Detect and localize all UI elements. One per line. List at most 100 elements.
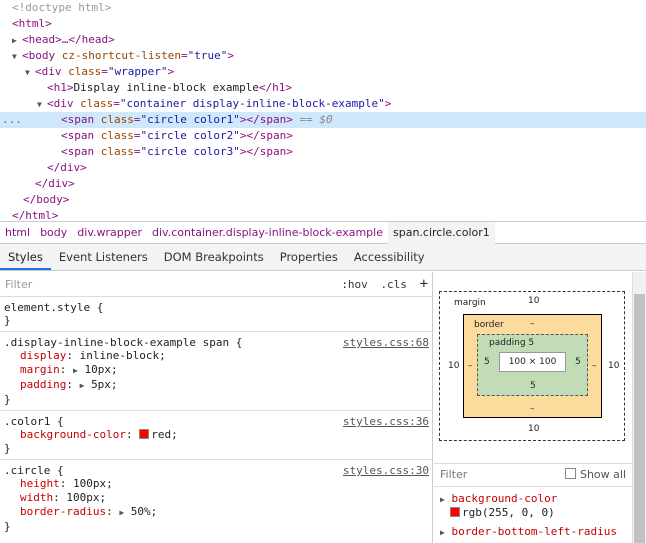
collapse-triangle-icon[interactable]: ▼ [37, 97, 47, 113]
add-rule-icon[interactable]: + [420, 276, 428, 292]
border-right-value[interactable]: – [592, 361, 597, 371]
tab-event-listeners[interactable]: Event Listeners [51, 244, 156, 270]
decl-name: display [20, 349, 67, 362]
dom-line-container[interactable]: ▼ <div class="container display-inline-bl… [0, 96, 646, 112]
breadcrumb-span-circle[interactable]: span.circle.color1 [387, 221, 495, 244]
expand-triangle-icon[interactable]: ▶ [12, 33, 22, 49]
scrollbar-thumb[interactable] [634, 294, 645, 543]
dom-line-body-close[interactable]: </body> [0, 192, 646, 208]
rule1-source-link[interactable]: styles.css:68 [343, 336, 429, 349]
collapse-triangle-icon[interactable]: ▼ [12, 49, 22, 65]
decl-name: border-radius [20, 505, 107, 518]
computed-pane: margin 10 10 10 10 border – – – – paddin… [434, 272, 632, 543]
tab-styles[interactable]: Styles [0, 244, 51, 270]
tab-accessibility[interactable]: Accessibility [346, 244, 433, 270]
scrollbar[interactable] [632, 272, 646, 543]
breadcrumb-div-wrapper[interactable]: div.wrapper [72, 222, 147, 244]
margin-top-value[interactable]: 10 [528, 296, 539, 306]
border-left-value[interactable]: – [468, 361, 473, 371]
margin-right-value[interactable]: 10 [608, 361, 619, 371]
dom-line-span3[interactable]: <span class="circle color3"></span> [0, 144, 646, 160]
selected-marker: == $0 [299, 113, 333, 126]
box-model-diagram: margin 10 10 10 10 border – – – – paddin… [439, 291, 625, 441]
decl-value: inline-block; [79, 349, 166, 362]
breadcrumb-div-container[interactable]: div.container.display-inline-block-examp… [147, 222, 388, 244]
breadcrumb-html[interactable]: html [0, 222, 35, 244]
computed-prop-name: background-color [451, 492, 558, 505]
dom-line-wrapper[interactable]: ▼ <div class="wrapper"> [0, 64, 646, 80]
dom-line-doctype[interactable]: <!doctype html> [0, 0, 646, 16]
dom-line-div-close-1[interactable]: </div> [0, 160, 646, 176]
expand-triangle-icon[interactable]: ▶ [440, 495, 445, 504]
rule1-decl-margin[interactable]: margin: ▶ 10px; [4, 363, 428, 378]
computed-prop-border-bottom-left-radius[interactable]: ▶ border-bottom-left-radius [434, 525, 632, 540]
padding-left-value[interactable]: 5 [484, 357, 490, 367]
rule2-close: } [4, 442, 11, 455]
expand-triangle-icon[interactable]: ▶ [80, 381, 85, 390]
dom-line-div-close-2[interactable]: </div> [0, 176, 646, 192]
rule3-decl-border-radius[interactable]: border-radius: ▶ 50%; [4, 505, 428, 520]
elements-dom-tree: <!doctype html> <html> ▶ <head>…</head> ▼… [0, 0, 646, 221]
rule3-decl-height[interactable]: height: 100px; [4, 477, 428, 491]
color-swatch-icon[interactable] [450, 507, 460, 517]
border-label: border [474, 320, 504, 330]
dom-line-span1-selected[interactable]: ... <span class="circle color1"></span> =… [0, 112, 646, 128]
computed-filter-input[interactable]: Filter [440, 468, 467, 481]
rule-color1: .color1 { styles.css:36 background-color… [0, 411, 432, 460]
computed-prop-background-color[interactable]: ▶ background-color [434, 492, 632, 507]
more-dots-icon[interactable]: ... [2, 112, 22, 128]
cls-toggle[interactable]: .cls [380, 278, 407, 291]
rule3-source-link[interactable]: styles.css:30 [343, 464, 429, 477]
rule2-decl-background-color[interactable]: background-color: red; [4, 428, 428, 442]
border-bottom-value[interactable]: – [530, 404, 535, 414]
dom-line-head[interactable]: ▶ <head>…</head> [0, 32, 646, 48]
box-model-border: border – – – – padding 5 5 5 5 100 × 100 [463, 314, 602, 418]
wrapper-attr-name: class [68, 65, 102, 78]
border-top-value[interactable]: – [530, 319, 535, 329]
styles-filter-bar: Filter :hov .cls + [0, 272, 432, 297]
collapse-triangle-icon[interactable]: ▼ [25, 65, 35, 81]
margin-left-value[interactable]: 10 [448, 361, 459, 371]
decl-value: 100px; [73, 477, 113, 490]
dom-line-h1[interactable]: <h1>Display inline-block example</h1> [0, 80, 646, 96]
hov-toggle[interactable]: :hov [341, 278, 368, 291]
dom-line-span2[interactable]: <span class="circle color2"></span> [0, 128, 646, 144]
span1-attr-value: "circle color1" [140, 113, 240, 126]
tab-dom-breakpoints[interactable]: DOM Breakpoints [156, 244, 272, 270]
element-style-selector[interactable]: element.style { [4, 301, 428, 314]
dom-line-body[interactable]: ▼ <body cz-shortcut-listen="true"> [0, 48, 646, 64]
breadcrumb-body[interactable]: body [35, 222, 72, 244]
span3-attr-value: "circle color3" [140, 145, 240, 158]
rule1-decl-padding[interactable]: padding: ▶ 5px; [4, 378, 428, 393]
body-tag-name: body [28, 49, 56, 62]
dom-line-html-close[interactable]: </html> [0, 208, 646, 221]
dom-line-html[interactable]: <html> [0, 16, 646, 32]
styles-pane: Filter :hov .cls + element.style { } .di… [0, 272, 433, 543]
rule1-decl-display[interactable]: display: inline-block; [4, 349, 428, 363]
wrapper-attr-value: "wrapper" [107, 65, 168, 78]
expand-triangle-icon[interactable]: ▶ [73, 366, 78, 375]
decl-name: margin [20, 363, 60, 376]
expand-triangle-icon[interactable]: ▶ [440, 528, 445, 537]
margin-bottom-value[interactable]: 10 [528, 424, 539, 434]
rule1-close: } [4, 393, 11, 406]
color-swatch-icon[interactable] [139, 429, 150, 439]
rule3-decl-width[interactable]: width: 100px; [4, 491, 428, 505]
box-model-content[interactable]: 100 × 100 [499, 352, 566, 372]
span2-attr-value: "circle color2" [140, 129, 240, 142]
rule-display-inline-block: .display-inline-block-example span { sty… [0, 332, 432, 411]
rule-circle: .circle { styles.css:30 height: 100px; w… [0, 460, 432, 537]
padding-label[interactable]: padding 5 [489, 338, 534, 348]
wrapper-tag-name: div [41, 65, 62, 78]
show-all-toggle[interactable]: Show all [564, 464, 626, 486]
expand-triangle-icon[interactable]: ▶ [119, 508, 124, 517]
padding-right-value[interactable]: 5 [575, 357, 581, 367]
styles-filter-input[interactable]: Filter [5, 278, 32, 291]
rule2-source-link[interactable]: styles.css:36 [343, 415, 429, 428]
padding-bottom-value[interactable]: 5 [530, 381, 536, 391]
margin-label: margin [454, 298, 486, 308]
decl-name: width [20, 491, 54, 504]
breadcrumb: html body div.wrapper div.container.disp… [0, 221, 646, 244]
tab-properties[interactable]: Properties [272, 244, 346, 270]
checkbox-icon[interactable] [564, 468, 576, 479]
